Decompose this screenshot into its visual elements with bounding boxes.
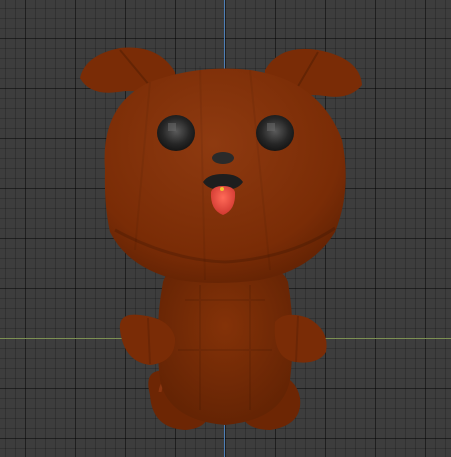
3d-viewport[interactable]: [0, 0, 451, 457]
right-arm: [274, 314, 327, 363]
nose: [212, 152, 234, 164]
right-eye: [256, 115, 294, 151]
left-eye: [157, 115, 195, 151]
torso: [157, 260, 293, 425]
puppy-model[interactable]: [0, 0, 451, 457]
